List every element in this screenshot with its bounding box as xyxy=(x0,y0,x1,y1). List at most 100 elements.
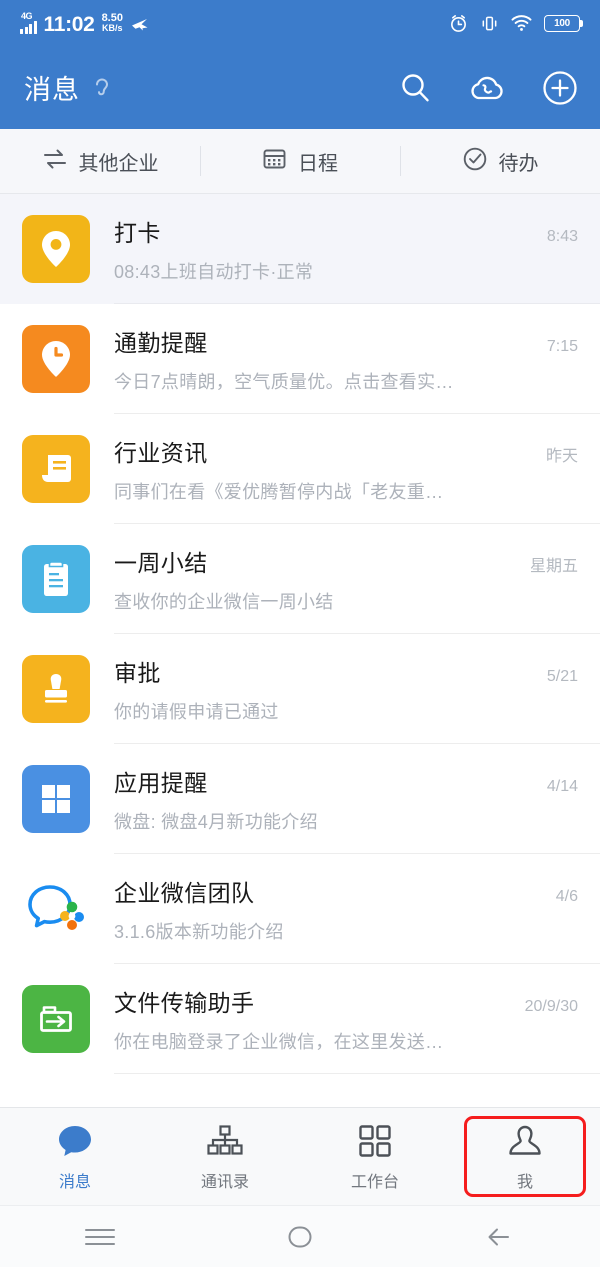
ear-mute-icon xyxy=(91,75,113,101)
conversation-preview: 同事们在看《爱优腾暂停内战「老友重… xyxy=(114,481,444,502)
back-arrow-icon[interactable] xyxy=(400,1223,600,1251)
clipboard-icon xyxy=(44,561,68,596)
avatar xyxy=(22,325,90,393)
page-title: 消息 xyxy=(24,75,80,105)
chat-bubble-icon xyxy=(56,1121,94,1161)
status-bar-clock: 11:02 xyxy=(43,13,95,36)
list-item[interactable]: 审批 5/21 你的请假申请已通过 xyxy=(0,634,600,744)
avatar xyxy=(22,435,90,503)
conversation-time: 昨天 xyxy=(545,447,578,465)
conversation-time: 5/21 xyxy=(546,667,578,685)
list-item[interactable]: 一周小结 星期五 查收你的企业微信一周小结 xyxy=(0,524,600,634)
cloud-call-icon[interactable] xyxy=(468,72,506,104)
list-item[interactable]: 文件传输助手 20/9/30 你在电脑登录了企业微信，在这里发送… xyxy=(0,964,600,1074)
avatar xyxy=(22,655,90,723)
quick-tab-other-enterprise[interactable]: 其他企业 xyxy=(0,129,200,193)
tab-label: 通讯录 xyxy=(200,1174,249,1191)
conversation-time: 4/6 xyxy=(555,887,578,905)
network-type-label: 4G xyxy=(21,11,33,21)
bottom-tab-bar: 消息 通讯录 工作台 我 xyxy=(0,1107,600,1205)
tab-label: 工作台 xyxy=(350,1174,399,1191)
file-transfer-icon xyxy=(40,1006,72,1032)
conversation-name: 审批 xyxy=(114,659,161,686)
list-item[interactable]: 通勤提醒 7:15 今日7点晴朗，空气质量优。点击查看实… xyxy=(0,304,600,414)
list-item-body: 打卡 8:43 08:43上班自动打卡·正常 xyxy=(114,194,600,304)
status-bar: 4G 11:02 8.50 KB/s 100 xyxy=(0,0,600,46)
conversation-name: 文件传输助手 xyxy=(114,989,255,1016)
avatar xyxy=(22,215,90,283)
conversation-list[interactable]: 打卡 8:43 08:43上班自动打卡·正常 通勤提醒 7:15 今日7点晴朗，… xyxy=(0,194,600,1107)
calendar-icon xyxy=(262,147,287,176)
list-item-body: 一周小结 星期五 查收你的企业微信一周小结 xyxy=(114,524,600,634)
tab-contacts[interactable]: 通讯录 xyxy=(150,1108,300,1205)
wecom-logo-icon xyxy=(28,885,84,930)
list-item[interactable]: 打卡 8:43 08:43上班自动打卡·正常 xyxy=(0,194,600,304)
conversation-preview: 08:43上班自动打卡·正常 xyxy=(114,261,314,282)
conversation-name: 应用提醒 xyxy=(114,769,208,796)
vibrate-icon xyxy=(480,14,499,33)
status-bar-left: 4G 11:02 8.50 KB/s xyxy=(20,11,150,36)
conversation-preview: 3.1.6版本新功能介绍 xyxy=(114,921,284,942)
conversation-name: 一周小结 xyxy=(114,549,208,576)
switch-arrows-icon xyxy=(42,148,68,175)
conversation-time: 20/9/30 xyxy=(524,997,578,1015)
stamp-icon xyxy=(45,674,67,703)
avatar xyxy=(22,545,90,613)
conversation-name: 行业资讯 xyxy=(114,439,208,466)
conversation-preview: 今日7点晴朗，空气质量优。点击查看实… xyxy=(114,371,454,392)
tab-label: 我 xyxy=(516,1174,533,1191)
check-circle-icon xyxy=(462,146,488,177)
conversation-time: 4/14 xyxy=(546,777,578,795)
conversation-preview: 你的请假申请已通过 xyxy=(114,701,279,722)
recents-menu-icon[interactable] xyxy=(0,1228,200,1245)
avatar xyxy=(22,985,90,1053)
conversation-time: 7:15 xyxy=(546,337,578,355)
news-document-icon xyxy=(42,455,71,482)
app-root: 4G 11:02 8.50 KB/s 100 消息 其他企业 日程 待办 打卡 … xyxy=(0,0,600,1267)
conversation-preview: 微盘: 微盘4月新功能介绍 xyxy=(114,811,318,832)
location-arrow-icon xyxy=(130,16,150,32)
plus-circle-icon[interactable] xyxy=(542,70,578,106)
avatar xyxy=(22,875,90,943)
battery-level: 100 xyxy=(554,17,570,29)
tab-messages[interactable]: 消息 xyxy=(0,1108,150,1205)
list-item[interactable]: 行业资讯 昨天 同事们在看《爱优腾暂停内战「老友重… xyxy=(0,414,600,524)
conversation-preview: 你在电脑登录了企业微信，在这里发送… xyxy=(114,1031,444,1052)
tab-workbench[interactable]: 工作台 xyxy=(300,1108,450,1205)
search-icon[interactable] xyxy=(398,71,432,105)
grid-squares-icon xyxy=(358,1121,392,1161)
system-navigation-bar xyxy=(0,1205,600,1267)
conversation-name: 通勤提醒 xyxy=(114,329,208,356)
list-item-body: 审批 5/21 你的请假申请已通过 xyxy=(114,634,600,744)
home-circle-icon[interactable] xyxy=(200,1223,400,1251)
quick-tab-strip: 其他企业 日程 待办 xyxy=(0,129,600,194)
battery-indicator: 100 xyxy=(544,14,583,32)
wifi-icon xyxy=(511,14,532,32)
list-item-body: 行业资讯 昨天 同事们在看《爱优腾暂停内战「老友重… xyxy=(114,414,600,524)
quick-tab-schedule[interactable]: 日程 xyxy=(200,129,400,193)
conversation-time: 星期五 xyxy=(529,557,578,575)
conversation-preview: 查收你的企业微信一周小结 xyxy=(114,591,334,612)
header-title-group: 消息 xyxy=(24,68,113,107)
list-item[interactable]: 企业微信团队 4/6 3.1.6版本新功能介绍 xyxy=(0,854,600,964)
quick-tab-todo[interactable]: 待办 xyxy=(400,129,600,193)
quick-tab-label: 待办 xyxy=(498,152,539,175)
conversation-time: 8:43 xyxy=(546,227,578,245)
quick-tab-label: 日程 xyxy=(298,152,338,175)
list-item-body: 应用提醒 4/14 微盘: 微盘4月新功能介绍 xyxy=(114,744,600,854)
signal-bars-icon: 4G xyxy=(20,11,37,34)
avatar xyxy=(22,765,90,833)
list-item[interactable]: 应用提醒 4/14 微盘: 微盘4月新功能介绍 xyxy=(0,744,600,854)
grid-apps-icon xyxy=(42,785,70,813)
conversation-name: 打卡 xyxy=(114,219,161,246)
tab-label: 消息 xyxy=(58,1174,91,1191)
clock-pin-icon xyxy=(42,341,70,377)
alarm-icon xyxy=(449,14,468,33)
person-icon xyxy=(507,1121,543,1161)
header-actions xyxy=(398,70,578,106)
network-speed-unit: KB/s xyxy=(102,22,123,33)
org-tree-icon xyxy=(205,1121,245,1161)
tab-me[interactable]: 我 xyxy=(450,1108,600,1205)
conversation-name: 企业微信团队 xyxy=(114,879,255,906)
status-bar-right: 100 xyxy=(449,14,583,33)
